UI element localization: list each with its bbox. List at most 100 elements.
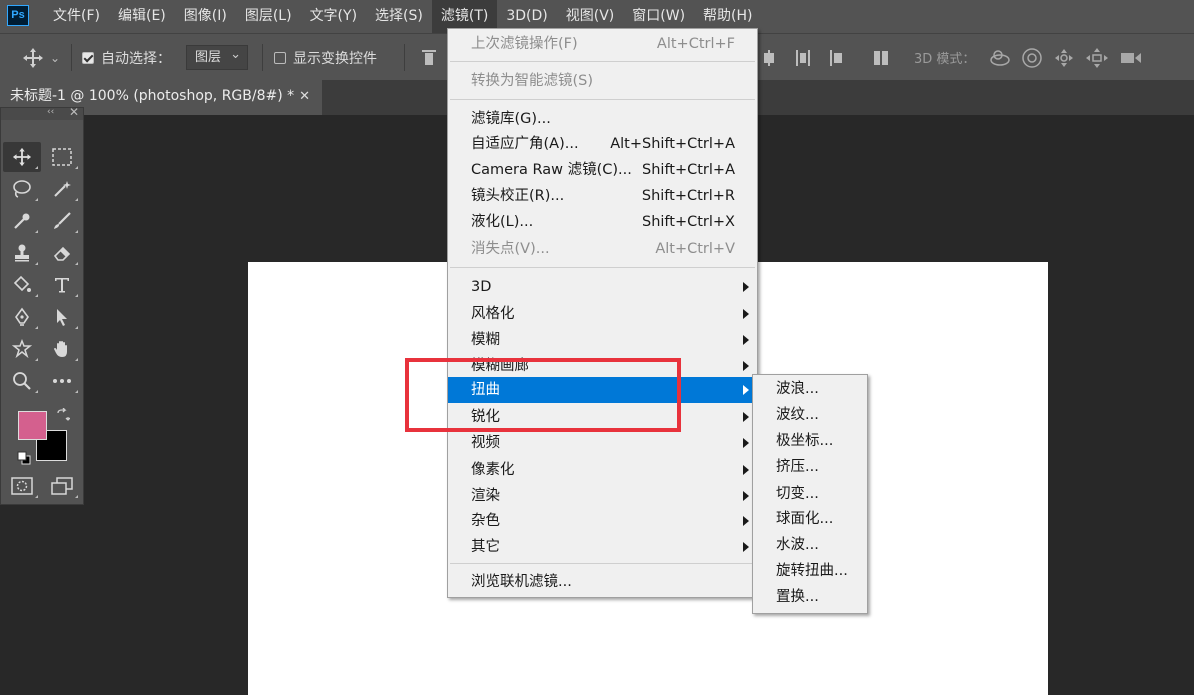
3d-pan-icon[interactable]: [1053, 47, 1075, 69]
submenu-item-spherize[interactable]: 球面化...: [753, 506, 867, 532]
clone-stamp-icon: [15, 244, 29, 262]
menu-item-liquify[interactable]: 液化(L)... Shift+Ctrl+X: [448, 209, 757, 235]
default-colors-icon[interactable]: [17, 451, 31, 465]
brush-tool-button[interactable]: [43, 206, 81, 236]
rectangular-marquee-icon: [52, 148, 72, 166]
align-top-button[interactable]: [420, 34, 438, 81]
swap-colors-icon[interactable]: [56, 408, 70, 422]
toolbox-panel: ‹‹ ✕: [0, 105, 84, 505]
3d-slide-icon[interactable]: [1085, 47, 1109, 69]
menu-divider: [450, 61, 755, 62]
submenu-arrow-icon: [743, 385, 749, 395]
show-transform-checkbox[interactable]: 显示变换控件: [274, 34, 377, 81]
hand-tool-button[interactable]: [43, 334, 81, 364]
menu-item-video[interactable]: 视频: [448, 430, 757, 456]
hand-icon: [54, 341, 67, 357]
auto-select-label: 自动选择：: [101, 50, 171, 67]
eraser-tool-button[interactable]: [43, 238, 81, 268]
menu-item-adaptive-wide-angle[interactable]: 自适应广角(A)... Alt+Shift+Ctrl+A: [448, 131, 757, 157]
menu-item-last-filter[interactable]: 上次滤镜操作(F) Alt+Ctrl+F: [448, 31, 757, 57]
highlight-annotation-box: [405, 358, 681, 432]
align-top-icon: [422, 49, 436, 65]
quick-mask-button[interactable]: [3, 471, 41, 501]
eyedropper-tool-button[interactable]: [3, 206, 41, 236]
magic-wand-tool-button[interactable]: [43, 174, 81, 204]
menu-item-filter-gallery[interactable]: 滤镜库(G)...: [448, 106, 757, 132]
distribute-right-icon[interactable]: [828, 49, 846, 67]
path-selection-tool-button[interactable]: [43, 302, 81, 332]
menu-item-blur[interactable]: 模糊: [448, 327, 757, 353]
menu-item-other[interactable]: 其它: [448, 534, 757, 560]
submenu-item-wave[interactable]: 波浪...: [753, 376, 867, 402]
move-tool-icon: [12, 147, 32, 167]
move-tool-icon: [23, 47, 43, 68]
toolbox-grip[interactable]: ‹‹ ✕: [1, 105, 83, 120]
toolbox-row: [3, 238, 83, 270]
screen-mode-button[interactable]: [43, 471, 81, 501]
submenu-item-zigzag[interactable]: 水波...: [753, 532, 867, 558]
menu-item-render[interactable]: 渲染: [448, 483, 757, 509]
auto-select-target-dropdown[interactable]: 图层: [186, 34, 248, 81]
submenu-item-ripple[interactable]: 波纹...: [753, 402, 867, 428]
zoom-tool-button[interactable]: [3, 366, 41, 396]
submenu-item-twirl[interactable]: 旋转扭曲...: [753, 558, 867, 584]
submenu-item-displace[interactable]: 置换...: [753, 584, 867, 610]
move-tool-button[interactable]: [3, 142, 41, 172]
pen-tool-button[interactable]: [3, 302, 41, 332]
quick-mask-icon: [11, 477, 33, 495]
type-icon: [55, 278, 69, 293]
3d-orbit-icon[interactable]: [989, 48, 1011, 68]
auto-select-checkbox[interactable]: 自动选择：: [82, 34, 171, 81]
menu-item-stylize[interactable]: 风格化: [448, 301, 757, 327]
toolbox-row: [3, 334, 83, 366]
menu-item-3d[interactable]: 3D: [448, 274, 757, 300]
move-tool-preset[interactable]: ⌄: [22, 34, 60, 81]
more-tools-button[interactable]: [43, 366, 81, 396]
foreground-color-swatch[interactable]: [18, 411, 47, 440]
menu-item-browse-online-filters[interactable]: 浏览联机滤镜...: [448, 569, 757, 595]
submenu-arrow-icon: [743, 465, 749, 475]
marquee-tool-button[interactable]: [43, 142, 81, 172]
type-tool-button[interactable]: [43, 270, 81, 300]
submenu-item-shear[interactable]: 切变...: [753, 481, 867, 507]
menu-divider: [450, 99, 755, 100]
submenu-item-polar-coordinates[interactable]: 极坐标...: [753, 428, 867, 454]
layer-select[interactable]: 图层: [186, 43, 248, 70]
distribute-center-icon[interactable]: [760, 49, 778, 67]
zoom-icon: [13, 372, 31, 390]
menu-edit[interactable]: 编辑(E): [109, 0, 175, 33]
menu-file[interactable]: 文件(F): [44, 0, 109, 33]
shape-tool-button[interactable]: [3, 334, 41, 364]
3d-camera-icon[interactable]: [1119, 49, 1143, 67]
eraser-icon: [53, 246, 71, 261]
paint-bucket-tool-button[interactable]: [3, 270, 41, 300]
auto-align-icon[interactable]: [872, 49, 890, 67]
submenu-item-pinch[interactable]: 挤压...: [753, 454, 867, 480]
magic-wand-icon: [54, 181, 71, 197]
menu-image[interactable]: 图像(I): [175, 0, 236, 33]
more-icon: [53, 379, 71, 383]
paint-bucket-icon: [13, 275, 31, 292]
menu-item-pixelate[interactable]: 像素化: [448, 457, 757, 483]
menu-item-lens-correction[interactable]: 镜头校正(R)... Shift+Ctrl+R: [448, 183, 757, 209]
document-tab-title: 未标题-1 @ 100% (photoshop, RGB/8#) *: [10, 88, 295, 104]
menu-item-convert-smart-filter[interactable]: 转换为智能滤镜(S): [448, 68, 757, 94]
close-icon[interactable]: ✕: [299, 80, 310, 113]
eyedropper-icon: [14, 213, 30, 229]
collapse-panel-icon[interactable]: ‹‹: [47, 107, 54, 117]
menu-item-vanishing-point[interactable]: 消失点(V)... Alt+Ctrl+V: [448, 236, 757, 262]
menu-type[interactable]: 文字(Y): [301, 0, 366, 33]
lasso-tool-button[interactable]: [3, 174, 41, 204]
menu-divider: [450, 563, 755, 564]
menu-item-camera-raw[interactable]: Camera Raw 滤镜(C)... Shift+Ctrl+A: [448, 157, 757, 183]
menu-select[interactable]: 选择(S): [366, 0, 432, 33]
toolbox-row: [3, 270, 83, 302]
menu-layer[interactable]: 图层(L): [236, 0, 301, 33]
menu-item-noise[interactable]: 杂色: [448, 508, 757, 534]
menu-divider: [450, 267, 755, 268]
close-icon[interactable]: ✕: [69, 105, 79, 119]
distribute-horizontal-icon[interactable]: [794, 49, 812, 67]
stamp-tool-button[interactable]: [3, 238, 41, 268]
3d-roll-icon[interactable]: [1021, 47, 1043, 69]
checkbox-unchecked-icon: [274, 51, 286, 64]
